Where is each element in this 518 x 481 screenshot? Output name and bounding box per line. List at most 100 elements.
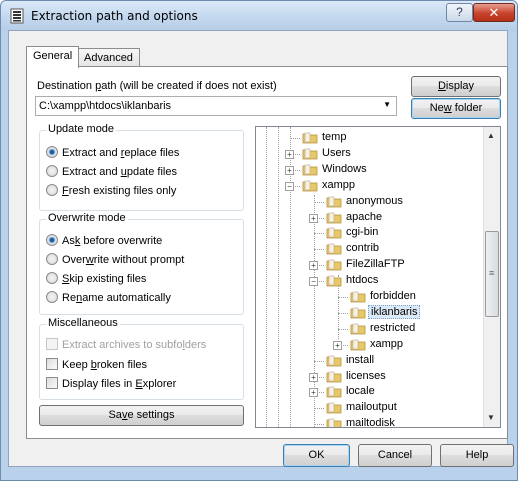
destination-path-value: C:\xampp\htdocs\iklanbaris — [39, 100, 172, 112]
tree-scrollbar[interactable]: ▲ ≡ ▼ — [483, 127, 500, 427]
tree-row-label: Windows — [322, 162, 367, 175]
tree-row-label: xampp — [322, 178, 356, 191]
collapse-icon[interactable]: − — [285, 181, 294, 191]
tree-row[interactable]: + Windows — [256, 162, 486, 178]
expand-icon[interactable]: + — [285, 149, 294, 159]
expand-icon[interactable]: + — [309, 388, 318, 398]
tree-row[interactable]: install — [256, 353, 486, 369]
help-title-button[interactable]: ? — [446, 3, 473, 22]
tree-connector — [314, 233, 324, 235]
tree-connector — [338, 328, 348, 330]
window-title: Extraction path and options — [31, 9, 198, 23]
collapse-icon[interactable]: − — [309, 277, 318, 287]
folder-icon — [326, 402, 342, 414]
tree-row[interactable]: anonymous — [256, 194, 486, 210]
radio-rename-automatically[interactable]: Rename automatically — [46, 291, 171, 304]
tree-connector — [338, 312, 348, 314]
tree-row[interactable]: − xampp — [256, 178, 486, 194]
tree-row[interactable]: + apache — [256, 210, 486, 226]
tab-advanced-label: Advanced — [84, 52, 133, 64]
help-button[interactable]: Help — [440, 444, 514, 467]
checkbox-icon — [46, 358, 58, 370]
folder-icon — [350, 307, 366, 319]
new-folder-button[interactable]: New folder — [411, 98, 501, 119]
folder-icon — [326, 243, 342, 255]
tree-connector — [290, 138, 300, 139]
expand-icon[interactable]: + — [285, 165, 294, 175]
tree-row-label: locale — [346, 385, 375, 398]
tree-row-label: Users — [322, 146, 351, 159]
radio-icon — [46, 253, 58, 265]
expand-icon[interactable]: + — [309, 372, 318, 382]
archive-app-icon — [10, 8, 24, 24]
radio-icon — [46, 291, 58, 303]
folder-icon — [326, 212, 342, 223]
radio-extract-update[interactable]: Extract and update files — [46, 165, 177, 178]
tree-row[interactable]: + locale — [256, 384, 486, 400]
tree-row[interactable]: + xampp — [256, 337, 486, 353]
checkbox-icon — [46, 377, 58, 389]
scroll-up-icon[interactable]: ▲ — [487, 131, 495, 140]
folder-icon — [326, 387, 342, 398]
tree-row-label: contrib — [346, 242, 380, 255]
save-settings-button[interactable]: Save settings — [39, 405, 244, 426]
tree-row-label: temp — [322, 131, 347, 143]
check-extract-to-subfolders[interactable]: Extract archives to subfolders — [46, 338, 206, 351]
folder-icon — [302, 164, 318, 176]
expand-icon[interactable]: + — [333, 340, 342, 350]
tree-row-label: apache — [346, 210, 383, 223]
radio-overwrite-without-prompt[interactable]: Overwrite without prompt — [46, 253, 184, 266]
tab-general-label: General — [33, 50, 73, 62]
tree-row[interactable]: − htdocs — [256, 273, 486, 289]
folder-icon — [350, 339, 366, 351]
tree-row-label: forbidden — [370, 290, 416, 302]
overwrite-mode-title: Overwrite mode — [46, 212, 128, 224]
scroll-down-icon[interactable]: ▼ — [487, 413, 495, 422]
folder-icon — [326, 355, 342, 366]
radio-icon — [46, 165, 58, 177]
folder-tree[interactable]: temp + Users + Windows − xampp anonymous + apache… — [255, 126, 501, 428]
folder-icon — [326, 371, 342, 382]
tab-advanced[interactable]: Advanced — [77, 48, 140, 67]
tree-connector — [338, 297, 348, 298]
tree-row[interactable]: + Users — [256, 146, 486, 162]
check-keep-broken-files[interactable]: Keep broken files — [46, 358, 147, 371]
radio-skip-existing[interactable]: Skip existing files — [46, 272, 146, 285]
radio-fresh-only[interactable]: Fresh existing files only — [46, 184, 176, 197]
title-bar[interactable]: Extraction path and options ? ✕ — [1, 1, 517, 31]
close-button[interactable]: ✕ — [473, 3, 515, 22]
expand-icon[interactable]: + — [309, 261, 318, 271]
tree-row[interactable]: mailtodisk — [256, 416, 486, 427]
tree-row[interactable]: iklanbaris — [256, 304, 486, 321]
radio-ask-before-overwrite[interactable]: Ask before overwrite — [46, 234, 162, 247]
tree-row[interactable]: forbidden — [256, 289, 486, 305]
tree-row-label: xampp — [370, 337, 404, 350]
tab-general[interactable]: General — [26, 46, 80, 68]
tree-row[interactable]: + licenses — [256, 369, 486, 385]
folder-icon — [326, 275, 342, 287]
folder-icon — [302, 180, 318, 192]
display-button[interactable]: Display — [411, 76, 501, 97]
scroll-thumb[interactable]: ≡ — [485, 231, 499, 317]
tree-connector — [314, 201, 324, 203]
tree-row[interactable]: restricted — [256, 321, 486, 337]
tree-row[interactable]: mailoutput — [256, 400, 486, 416]
tree-row[interactable]: cgi-bin — [256, 225, 486, 241]
tree-row-label: cgi-bin — [346, 226, 379, 239]
tree-row-label: install — [346, 353, 375, 366]
chevron-down-icon[interactable]: ▼ — [383, 100, 391, 109]
ok-button[interactable]: OK — [283, 444, 350, 467]
tree-row-label: anonymous — [346, 194, 403, 207]
expand-icon[interactable]: + — [309, 213, 318, 223]
radio-extract-replace[interactable]: Extract and replace files — [46, 146, 179, 159]
check-display-in-explorer[interactable]: Display files in Explorer — [46, 377, 176, 390]
tree-row[interactable]: + FileZillaFTP — [256, 257, 486, 273]
folder-icon — [302, 148, 318, 160]
tree-row[interactable]: temp — [256, 130, 486, 146]
radio-icon — [46, 184, 58, 196]
destination-path-combo[interactable]: C:\xampp\htdocs\iklanbaris ▼ — [35, 96, 397, 116]
cancel-button[interactable]: Cancel — [358, 444, 432, 467]
tree-row[interactable]: contrib — [256, 241, 486, 257]
folder-icon — [350, 291, 366, 303]
tree-row-label: FileZillaFTP — [346, 258, 405, 271]
